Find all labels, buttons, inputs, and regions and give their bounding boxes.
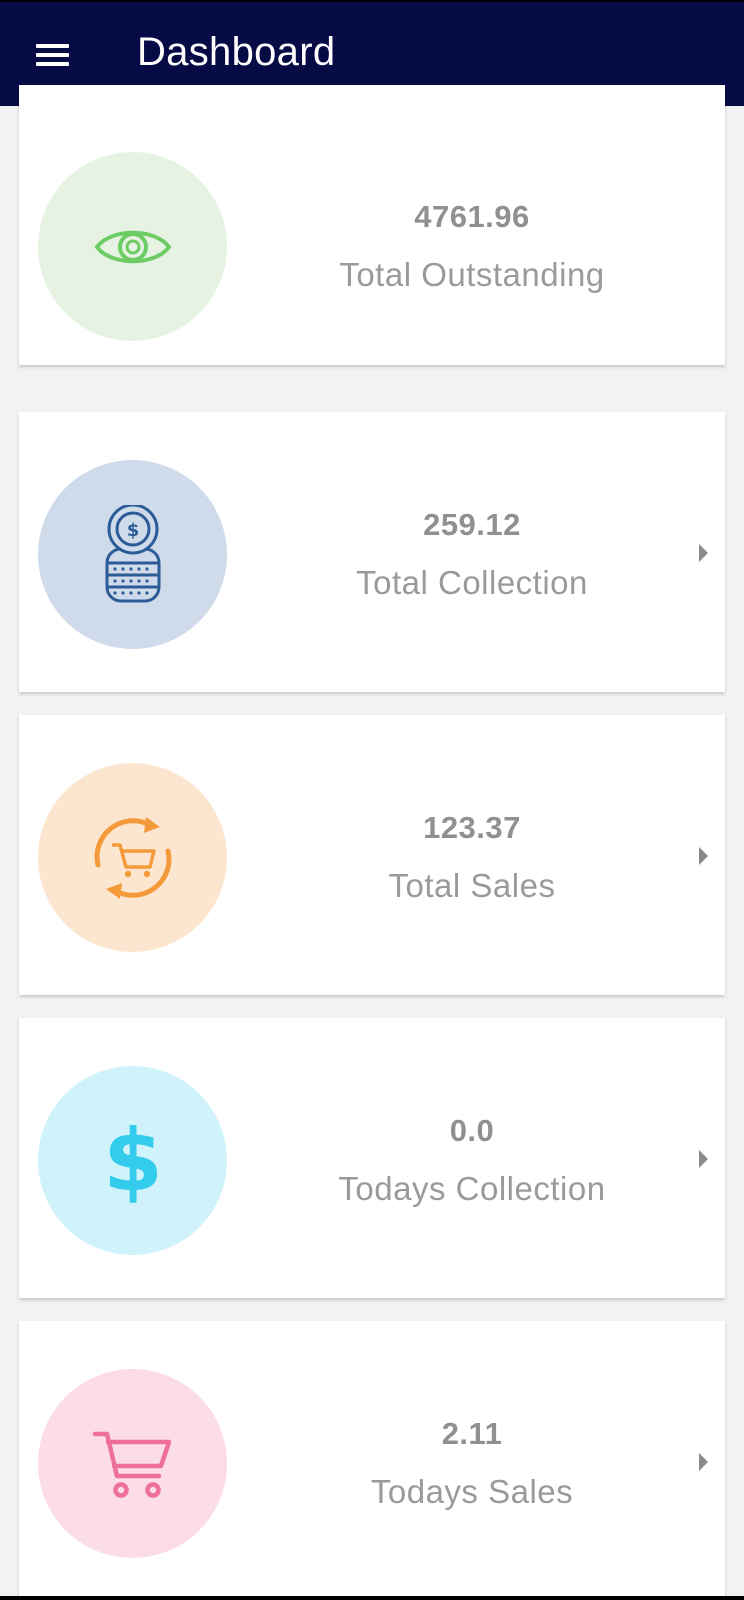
dollar-icon: $ <box>103 1116 163 1206</box>
card-value: 259.12 <box>423 507 521 542</box>
menu-line <box>36 53 69 57</box>
chevron-right-icon <box>699 1453 708 1471</box>
shopping-cart-icon <box>92 1431 171 1498</box>
card-label: Todays Sales <box>370 1473 574 1510</box>
chevron-right-icon <box>699 544 708 562</box>
chevron-right-icon <box>699 847 708 865</box>
svg-text:$: $ <box>126 520 139 541</box>
icon-circle <box>38 763 227 952</box>
cart-refresh-icon <box>94 816 171 899</box>
icon-circle: $ <box>38 1066 227 1255</box>
dashboard-screen: Dashboard 4761.96 Total Outstanding $ 25… <box>0 0 744 1600</box>
card-total-sales[interactable]: 123.37 Total Sales <box>19 715 725 995</box>
card-total-collection[interactable]: $ 259.12 Total Collection <box>19 412 725 692</box>
eye-icon <box>94 230 171 263</box>
coin-stack-icon: $ <box>105 504 160 602</box>
card-total-outstanding: 4761.96 Total Outstanding <box>19 85 725 365</box>
card-value: 4761.96 <box>414 199 530 234</box>
menu-line <box>36 44 69 48</box>
card-value: 123.37 <box>423 810 521 845</box>
icon-circle <box>38 1369 227 1558</box>
card-todays-sales[interactable]: 2.11 Todays Sales <box>19 1321 725 1600</box>
card-label: Todays Collection <box>338 1170 606 1207</box>
hamburger-menu-icon[interactable] <box>32 38 72 70</box>
card-value: 0.0 <box>449 1113 495 1148</box>
card-value: 2.11 <box>441 1416 503 1451</box>
card-todays-collection[interactable]: $ 0.0 Todays Collection <box>19 1018 725 1298</box>
icon-circle <box>38 152 227 341</box>
icon-circle: $ <box>38 460 227 649</box>
page-title: Dashboard <box>137 30 336 74</box>
bottom-edge <box>0 1596 744 1600</box>
card-label: Total Collection <box>356 564 588 601</box>
card-label: Total Outstanding <box>339 256 605 293</box>
menu-line <box>36 62 69 66</box>
card-label: Total Sales <box>388 867 556 904</box>
chevron-right-icon <box>699 1150 708 1168</box>
svg-text:$: $ <box>103 1116 163 1206</box>
